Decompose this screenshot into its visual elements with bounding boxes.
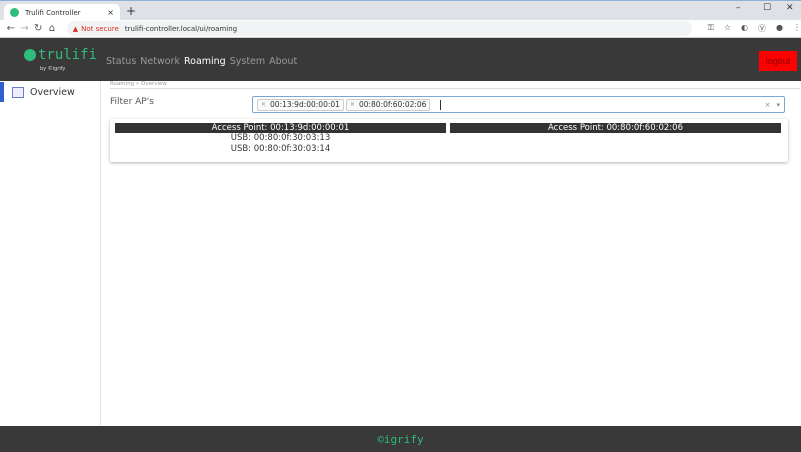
key-icon[interactable]: ⚿ <box>708 23 714 34</box>
footer: ©igrify <box>0 426 801 452</box>
security-label: Not secure <box>81 24 119 33</box>
extension-icon[interactable]: ◐ <box>741 23 748 34</box>
profile-icon[interactable]: ● <box>776 23 783 34</box>
chevron-down-icon[interactable]: ▾ <box>776 101 780 109</box>
app-header: trulifi by ©igrify Status Network Roamin… <box>0 38 801 81</box>
new-tab-icon[interactable]: + <box>126 4 136 18</box>
selected-chip: × 00:13:9d:00:00:01 <box>257 98 344 111</box>
url-field[interactable]: ▲ Not secure trulifi-controller.local/ui… <box>66 21 692 36</box>
chip-label: 00:13:9d:00:00:01 <box>270 100 340 109</box>
menu-roaming[interactable]: Roaming <box>184 56 226 67</box>
close-tab-icon[interactable]: × <box>107 8 114 17</box>
logo-icon <box>24 49 36 61</box>
selected-chip: × 00:80:0f:60:02:06 <box>345 98 431 111</box>
tab-title: Trulifi Controller <box>25 8 81 17</box>
access-point-column: Access Point: 00:80:0f:60:02:06 <box>450 123 781 133</box>
access-point-title: Access Point: 00:13:9d:00:00:01 <box>115 123 446 133</box>
main-menu: Status Network Roaming System About <box>106 56 297 67</box>
sidebar-item-overview[interactable]: Overview <box>0 82 100 102</box>
clear-icon[interactable]: × <box>765 101 771 109</box>
sidebar: Overview <box>0 81 101 426</box>
filter-ap-select[interactable]: × 00:13:9d:00:00:01 × 00:80:0f:60:02:06 × ▾ <box>252 96 785 113</box>
favicon-icon <box>10 8 19 17</box>
text-cursor <box>440 99 442 110</box>
logo-text: trulifi <box>38 47 98 63</box>
maximize-icon[interactable]: ☐ <box>763 3 771 13</box>
sidebar-item-label: Overview <box>30 86 75 98</box>
minimize-icon[interactable]: – <box>736 3 741 13</box>
logo[interactable]: trulifi <box>24 47 97 63</box>
close-window-icon[interactable]: ✕ <box>786 3 794 13</box>
reload-icon[interactable]: ↻ <box>31 23 45 34</box>
warning-icon: ▲ <box>72 24 79 33</box>
home-icon[interactable]: ⌂ <box>45 23 59 34</box>
breadcrumb: Roaming » Overview <box>110 81 800 89</box>
access-points-card: Access Point: 00:13:9d:00:00:01 USB: 00:… <box>110 119 788 162</box>
star-icon[interactable]: ☆ <box>724 23 731 34</box>
vpn-icon[interactable]: Ⓥ <box>758 23 766 34</box>
logo-byline: by ©igrify <box>40 66 66 72</box>
menu-about[interactable]: About <box>269 56 297 67</box>
chip-label: 00:80:0f:60:02:06 <box>358 100 427 109</box>
overview-icon <box>12 86 24 98</box>
device-item: USB: 00:80:0f:30:03:14 <box>230 144 331 154</box>
menu-status[interactable]: Status <box>106 56 136 67</box>
browser-tab-bar: Trulifi Controller × + – ☐ ✕ <box>0 0 801 21</box>
remove-chip-icon[interactable]: × <box>261 101 266 108</box>
url-text: trulifi-controller.local/ui/roaming <box>124 24 238 33</box>
forward-icon[interactable]: → <box>18 23 32 34</box>
menu-network[interactable]: Network <box>140 56 180 67</box>
access-point-title: Access Point: 00:80:0f:60:02:06 <box>450 123 781 133</box>
menu-system[interactable]: System <box>230 56 265 67</box>
logout-button[interactable]: logout <box>759 51 797 71</box>
device-item: USB: 00:80:0f:30:03:13 <box>230 133 331 143</box>
back-icon[interactable]: ← <box>4 23 18 34</box>
access-point-column: Access Point: 00:13:9d:00:00:01 USB: 00:… <box>115 123 446 155</box>
browser-tab[interactable]: Trulifi Controller × <box>4 4 120 21</box>
menu-icon[interactable]: ⋮ <box>793 23 801 34</box>
filter-label: Filter AP's <box>110 97 154 107</box>
address-bar: ← → ↻ ⌂ ▲ Not secure trulifi-controller.… <box>0 20 801 38</box>
remove-chip-icon[interactable]: × <box>350 101 355 108</box>
